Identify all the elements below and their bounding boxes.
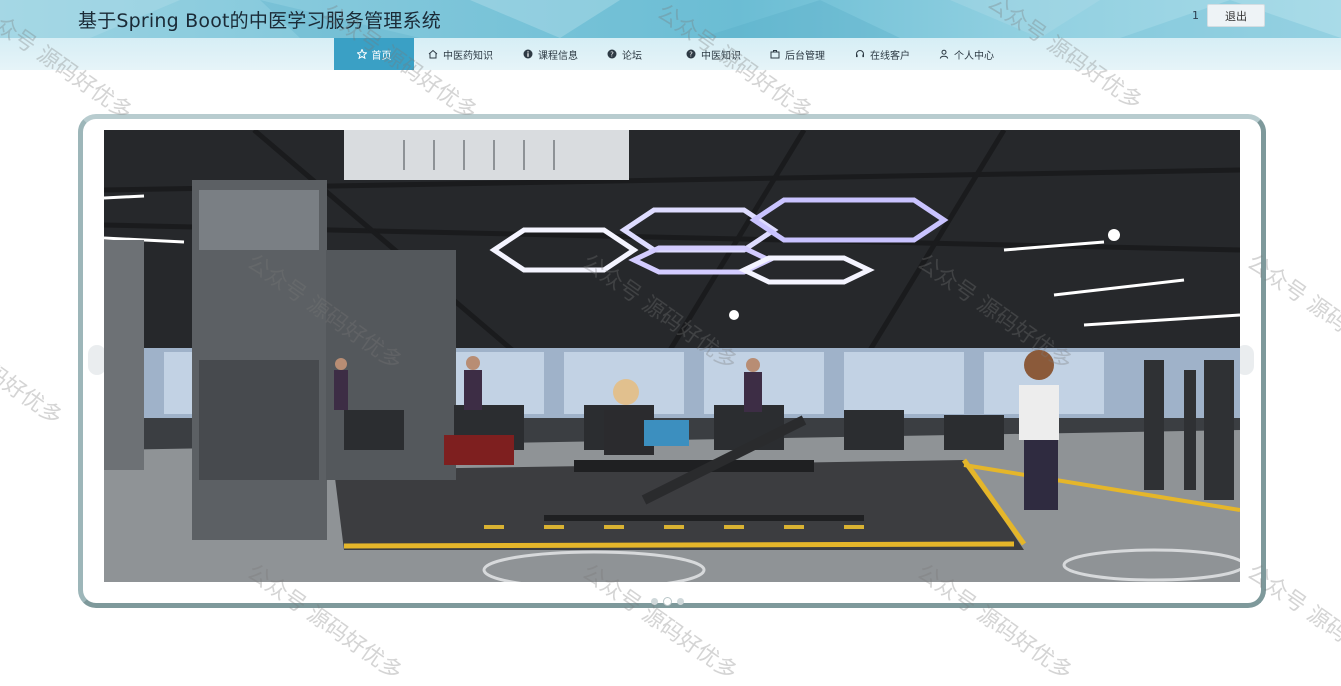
carousel-slide-image[interactable] <box>104 130 1240 582</box>
nav-item-home-label: 首页 <box>371 50 392 62</box>
nav-item-admin-label: 后台管理 <box>785 50 825 62</box>
briefcase-icon <box>770 49 780 59</box>
carousel-indicators <box>651 598 684 605</box>
app-title: 基于Spring Boot的中医学习服务管理系统 <box>78 10 441 32</box>
nav-item-course-info-label: 课程信息 <box>538 50 578 62</box>
top-header: 基于Spring Boot的中医学习服务管理系统 1 退出 <box>0 0 1341 38</box>
headset-icon <box>855 49 865 59</box>
gym-photo-illustration <box>104 130 1240 582</box>
main-nav: 首页 中医药知识 课程信息 ? 论坛 ? 中医知识 后台管理 在线客户 个人中心 <box>0 38 1341 70</box>
question-icon: ? <box>607 49 617 59</box>
current-user: 1 <box>1192 9 1199 22</box>
carousel-dot-2[interactable] <box>664 598 671 605</box>
nav-item-course-info[interactable]: 课程信息 <box>523 38 578 70</box>
watermark-text: 公众号 源码好优多 <box>0 305 67 431</box>
question-icon: ? <box>686 49 696 59</box>
nav-item-tcm-info-label: 中医知识 <box>701 50 741 62</box>
nav-item-online-service[interactable]: 在线客户 <box>855 38 910 70</box>
nav-item-tcm-info[interactable]: ? 中医知识 <box>686 38 741 70</box>
nav-item-home[interactable]: 首页 <box>334 38 414 70</box>
nav-item-profile[interactable]: 个人中心 <box>939 38 994 70</box>
carousel-dot-1[interactable] <box>651 598 658 605</box>
nav-item-online-service-label: 在线客户 <box>870 50 910 62</box>
nav-item-admin[interactable]: 后台管理 <box>770 38 825 70</box>
home-icon <box>428 49 438 59</box>
star-icon <box>356 49 367 59</box>
nav-item-forum-label: 论坛 <box>622 50 642 62</box>
user-icon <box>939 49 949 59</box>
nav-item-tcm-knowledge-label: 中医药知识 <box>443 50 493 62</box>
logout-button[interactable]: 退出 <box>1207 4 1265 27</box>
carousel-dot-3[interactable] <box>677 598 684 605</box>
svg-text:?: ? <box>689 51 693 59</box>
nav-item-forum[interactable]: ? 论坛 <box>607 38 642 70</box>
info-icon <box>523 49 533 59</box>
nav-item-profile-label: 个人中心 <box>954 50 994 62</box>
nav-item-tcm-knowledge[interactable]: 中医药知识 <box>428 38 493 70</box>
svg-text:?: ? <box>610 51 614 59</box>
